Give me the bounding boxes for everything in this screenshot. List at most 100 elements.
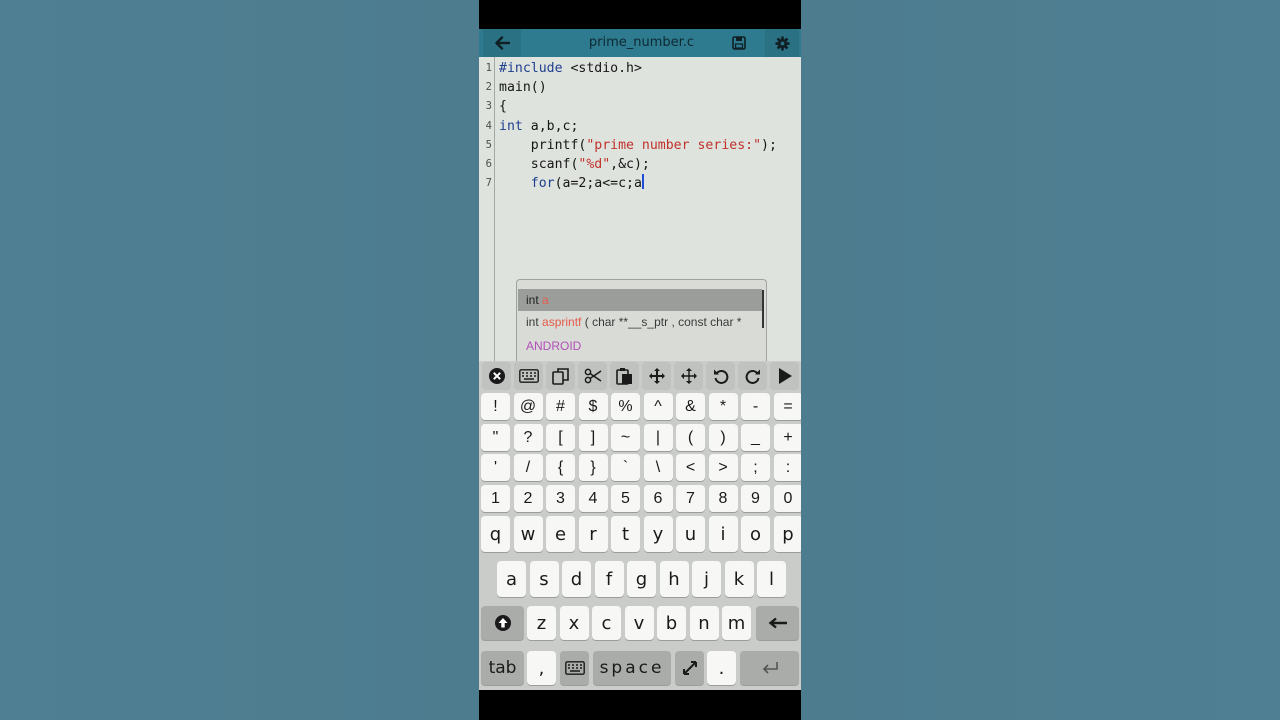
- symbol-key[interactable]: $: [578, 393, 608, 420]
- autocomplete-item[interactable]: ANDROID: [518, 335, 762, 357]
- letter-key[interactable]: y: [643, 516, 673, 552]
- move-arrows-icon: [648, 368, 665, 384]
- digit-key[interactable]: 6: [643, 485, 673, 512]
- symbol-key[interactable]: [: [546, 424, 575, 451]
- digit-key[interactable]: 7: [676, 485, 705, 512]
- digit-key[interactable]: 1: [481, 485, 510, 512]
- symbol-key[interactable]: @: [513, 393, 543, 420]
- symbol-key[interactable]: #: [546, 393, 575, 420]
- paste-button[interactable]: [610, 362, 639, 390]
- letter-key[interactable]: l: [757, 561, 786, 597]
- symbol-key[interactable]: }: [578, 454, 608, 481]
- letter-key[interactable]: a: [497, 561, 526, 597]
- letter-key[interactable]: s: [529, 561, 559, 597]
- digit-key[interactable]: 8: [708, 485, 738, 512]
- symbol-key[interactable]: /: [513, 454, 543, 481]
- keyboard-icon: [518, 369, 539, 383]
- shift-key[interactable]: [481, 606, 524, 640]
- letter-key[interactable]: x: [559, 606, 589, 640]
- move-selection-button[interactable]: [674, 362, 703, 390]
- symbol-key[interactable]: +: [773, 424, 801, 451]
- letter-key[interactable]: h: [659, 561, 689, 597]
- letter-key[interactable]: z: [527, 606, 556, 640]
- symbol-key[interactable]: *: [708, 393, 738, 420]
- tab-key[interactable]: tab: [481, 651, 524, 685]
- period-key[interactable]: .: [707, 651, 736, 685]
- redo-button[interactable]: [738, 362, 767, 390]
- symbol-key[interactable]: `: [611, 454, 640, 481]
- letter-key[interactable]: m: [722, 606, 751, 640]
- digit-key[interactable]: 9: [741, 485, 770, 512]
- letter-key[interactable]: o: [741, 516, 770, 552]
- symbol-key[interactable]: ': [481, 454, 510, 481]
- letter-key[interactable]: u: [676, 516, 705, 552]
- letter-key[interactable]: c: [592, 606, 621, 640]
- letter-key[interactable]: i: [708, 516, 738, 552]
- code-editor[interactable]: 1 #include <stdio.h> 2 main() 3 {4 int a,b,c; 5…: [479, 57, 801, 362]
- keyboard-toggle-button[interactable]: [514, 362, 543, 390]
- symbol-key[interactable]: ~: [611, 424, 640, 451]
- digit-key[interactable]: 5: [611, 485, 640, 512]
- symbol-key[interactable]: ;: [741, 454, 770, 481]
- letter-key[interactable]: g: [627, 561, 656, 597]
- symbol-key[interactable]: (: [676, 424, 705, 451]
- letter-key[interactable]: f: [594, 561, 624, 597]
- symbol-key[interactable]: |: [643, 424, 673, 451]
- symbol-key[interactable]: >: [708, 454, 738, 481]
- letter-key[interactable]: k: [724, 561, 754, 597]
- code-token: <stdio.h>: [562, 61, 642, 76]
- save-button[interactable]: [723, 29, 755, 57]
- keyboard-switch-key[interactable]: [560, 651, 589, 685]
- digit-key[interactable]: 2: [513, 485, 543, 512]
- cut-button[interactable]: [578, 362, 607, 390]
- digit-key[interactable]: 4: [578, 485, 608, 512]
- letter-key[interactable]: j: [692, 561, 721, 597]
- symbol-key[interactable]: ^: [643, 393, 673, 420]
- enter-key[interactable]: [740, 651, 799, 685]
- symbol-key[interactable]: {: [546, 454, 575, 481]
- code-token: ,&c);: [610, 157, 650, 172]
- symbol-key[interactable]: ": [481, 424, 510, 451]
- symbol-key[interactable]: <: [676, 454, 705, 481]
- move-cursor-button[interactable]: [642, 362, 671, 390]
- digit-key[interactable]: 3: [546, 485, 575, 512]
- letter-key[interactable]: d: [562, 561, 591, 597]
- symbol-key[interactable]: \: [643, 454, 673, 481]
- autocomplete-item[interactable]: int a: [518, 289, 762, 311]
- symbol-key[interactable]: ): [708, 424, 738, 451]
- close-keyboard-button[interactable]: [482, 362, 511, 390]
- autocomplete-scrollbar[interactable]: [762, 290, 764, 328]
- symbol-key[interactable]: ]: [578, 424, 608, 451]
- letter-key[interactable]: r: [578, 516, 608, 552]
- symbol-key[interactable]: :: [773, 454, 801, 481]
- select-all-button[interactable]: [546, 362, 575, 390]
- symbol-key[interactable]: &: [676, 393, 705, 420]
- letter-key[interactable]: t: [611, 516, 640, 552]
- autocomplete-item[interactable]: int asprintf ( char **__s_ptr , const ch…: [518, 311, 762, 333]
- letter-key[interactable]: v: [624, 606, 654, 640]
- undo-button[interactable]: [706, 362, 735, 390]
- letter-key[interactable]: p: [773, 516, 801, 552]
- symbol-key[interactable]: %: [611, 393, 640, 420]
- symbol-key[interactable]: -: [741, 393, 770, 420]
- expand-key[interactable]: [675, 651, 704, 685]
- backspace-key[interactable]: [756, 606, 799, 640]
- digit-key[interactable]: 0: [773, 485, 801, 512]
- play-icon: [778, 368, 792, 384]
- space-key[interactable]: space: [593, 651, 671, 685]
- code-text: for(a=2;a<=c;a: [499, 174, 644, 193]
- symbol-key[interactable]: =: [773, 393, 801, 420]
- letter-key[interactable]: q: [481, 516, 510, 552]
- comma-key[interactable]: ,: [527, 651, 556, 685]
- letter-key[interactable]: e: [546, 516, 575, 552]
- symbol-key[interactable]: _: [741, 424, 770, 451]
- run-button[interactable]: [770, 362, 799, 390]
- letter-key[interactable]: w: [513, 516, 543, 552]
- settings-button[interactable]: [765, 29, 799, 57]
- code-token: {: [499, 99, 507, 115]
- letter-key[interactable]: b: [657, 606, 686, 640]
- symbol-key[interactable]: ?: [513, 424, 543, 451]
- symbol-key[interactable]: !: [481, 393, 510, 420]
- letter-key[interactable]: n: [689, 606, 719, 640]
- back-button[interactable]: [483, 29, 521, 57]
